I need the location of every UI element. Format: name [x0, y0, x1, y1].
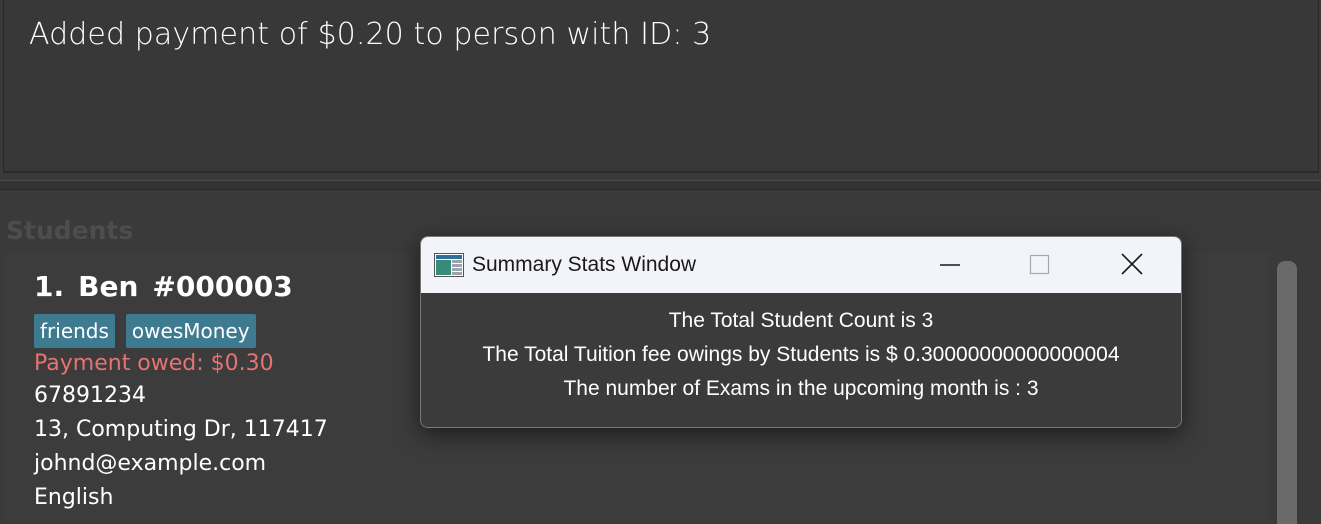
tuition-owings-stat: The Total Tuition fee owings by Students… — [482, 343, 1120, 366]
app-window: Added payment of $0.20 to person with ID… — [0, 0, 1321, 524]
summary-stats-window[interactable]: Summary Stats Window The Total Student C… — [420, 236, 1182, 428]
minimize-button[interactable] — [904, 237, 996, 293]
student-index: 1. — [34, 270, 65, 303]
student-email: johnd@example.com — [34, 451, 267, 476]
window-title: Summary Stats Window — [472, 253, 697, 276]
student-address: 13, Computing Dr, 117417 — [34, 417, 328, 442]
maximize-button[interactable] — [994, 237, 1086, 293]
tag: friends — [34, 314, 115, 348]
minimize-icon — [940, 264, 960, 266]
tag-list: friends owesMoney — [34, 314, 328, 348]
summary-stats-body: The Total Student Count is 3 The Total T… — [421, 293, 1181, 427]
tag: owesMoney — [125, 314, 256, 348]
result-display[interactable]: Added payment of $0.20 to person with ID… — [3, 0, 1319, 173]
close-button[interactable] — [1087, 237, 1179, 293]
student-card[interactable]: 1. Ben #000003 friends owesMoney Payment ow… — [34, 268, 328, 515]
student-id: #000003 — [152, 270, 293, 303]
student-card-title: 1. Ben #000003 — [34, 268, 328, 306]
upcoming-exams-stat: The number of Exams in the upcoming mont… — [563, 377, 1039, 400]
student-count-stat: The Total Student Count is 3 — [668, 309, 934, 332]
result-message: Added payment of $0.20 to person with ID… — [29, 17, 712, 52]
payment-owed: Payment owed: $0.30 — [34, 351, 274, 376]
window-titlebar[interactable]: Summary Stats Window — [421, 237, 1181, 293]
maximize-icon — [1029, 254, 1050, 275]
student-phone: 67891234 — [34, 383, 146, 408]
scrollbar-thumb[interactable] — [1277, 261, 1297, 524]
close-icon — [1121, 253, 1143, 275]
student-name: Ben — [78, 270, 139, 303]
split-pane-divider[interactable] — [0, 180, 1321, 190]
window-app-icon — [434, 253, 464, 277]
student-list-header: Students — [6, 216, 134, 245]
student-subject: English — [34, 485, 114, 510]
